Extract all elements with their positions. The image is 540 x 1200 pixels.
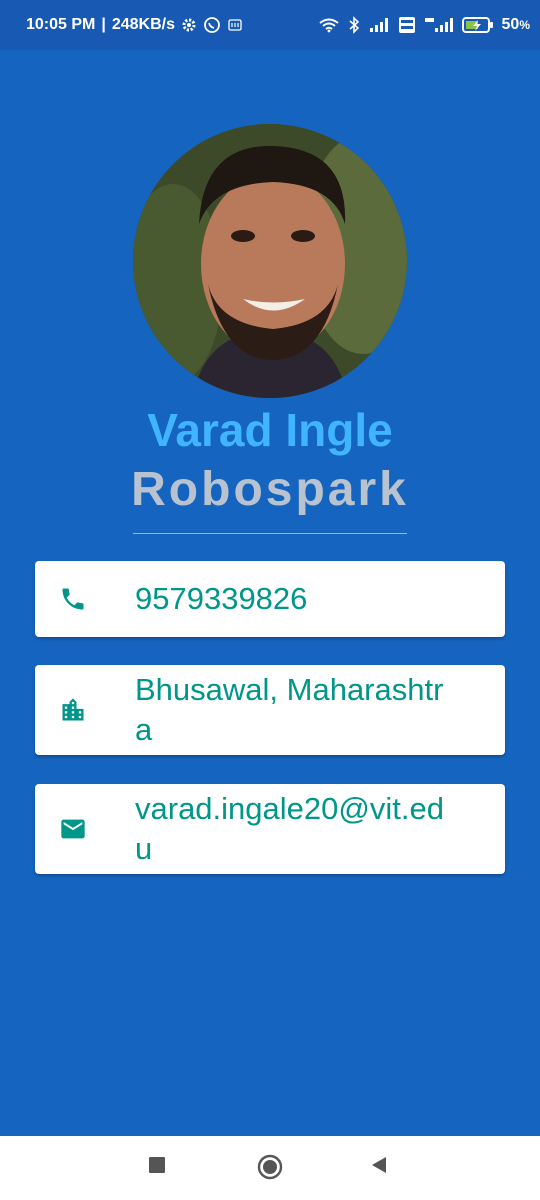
status-time: 10:05 PM — [26, 16, 96, 33]
recents-icon[interactable] — [148, 1156, 166, 1174]
phone-icon — [35, 585, 135, 613]
divider — [133, 533, 407, 534]
profile-name: Varad Ingle — [147, 404, 393, 456]
bluetooth-icon — [348, 16, 360, 34]
phone-number: 9579339826 — [135, 581, 308, 616]
back-icon[interactable] — [370, 1156, 388, 1174]
settings-icon — [181, 17, 197, 33]
message-icon — [227, 17, 243, 33]
avatar-photo — [133, 124, 407, 398]
status-bar: 10:05 PM | 248KB/s 50% — [0, 0, 540, 50]
city-icon — [35, 696, 135, 724]
home-icon[interactable] — [257, 1154, 283, 1180]
signal-icon — [368, 17, 390, 33]
whatsapp-icon — [203, 16, 221, 34]
wifi-icon — [318, 17, 340, 33]
location-card[interactable]: Bhusawal, Maharashtra — [35, 665, 505, 755]
profile-avatar — [133, 124, 407, 398]
signal-4g-icon — [424, 16, 454, 34]
location-text: Bhusawal, Maharashtra — [135, 672, 444, 747]
navigation-bar — [0, 1136, 540, 1200]
email-card[interactable]: varad.ingale20@vit.edu — [35, 784, 505, 874]
status-separator: | — [101, 16, 106, 33]
email-icon — [35, 815, 135, 843]
phone-card[interactable]: 9579339826 — [35, 561, 505, 637]
status-network-speed: 248KB/s — [111, 16, 176, 33]
status-bar-right: 50% — [318, 16, 530, 34]
profile-organization: Robospark — [131, 463, 409, 516]
email-address: varad.ingale20@vit.edu — [135, 791, 444, 866]
volte-icon — [398, 16, 416, 34]
battery-percentage: 50% — [501, 16, 530, 33]
battery-charging-icon — [461, 16, 494, 34]
status-bar-left: 10:05 PM | 248KB/s — [26, 16, 243, 34]
